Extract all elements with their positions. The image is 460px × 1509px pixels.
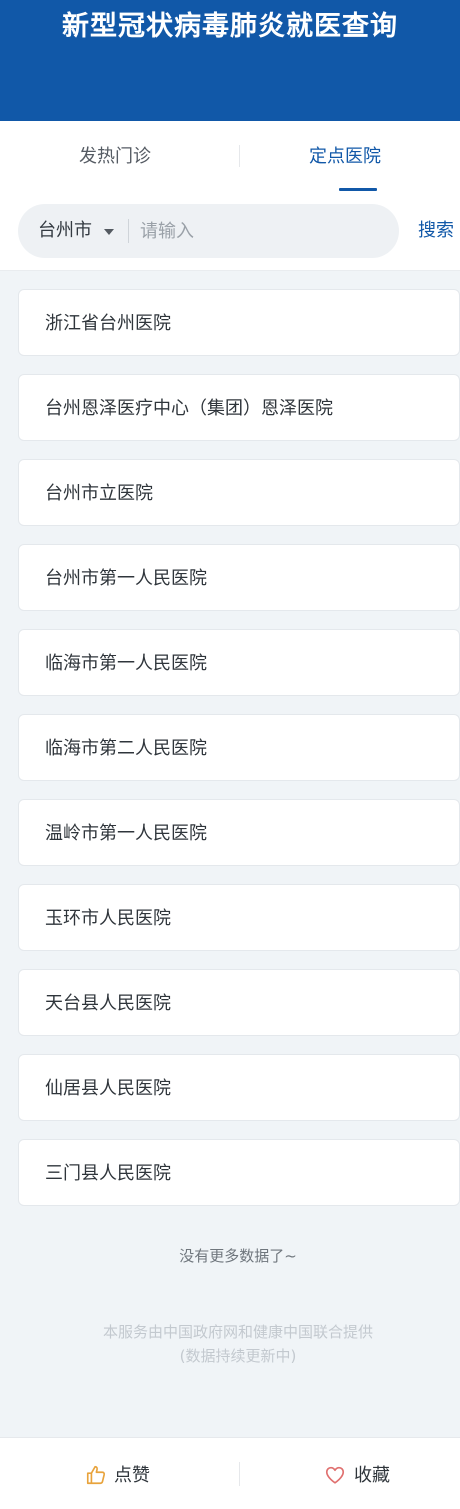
hospital-list-item[interactable]: 临海市第一人民医院	[18, 629, 460, 696]
heart-icon	[325, 1466, 345, 1484]
favorite-button[interactable]: 收藏	[230, 1438, 460, 1509]
hospital-list-item[interactable]: 台州市第一人民医院	[18, 544, 460, 611]
hospital-list-item[interactable]: 仙居县人民医院	[18, 1054, 460, 1121]
bottom-action-bar: 点赞 收藏	[0, 1437, 460, 1509]
hospital-list-item[interactable]: 三门县人民医院	[18, 1139, 460, 1206]
search-input[interactable]	[140, 204, 390, 258]
page-title: 新型冠状病毒肺炎就医查询	[62, 11, 398, 42]
page-header: 新型冠状病毒肺炎就医查询	[0, 0, 460, 121]
hospital-list-item[interactable]: 临海市第二人民医院	[18, 714, 460, 781]
footer-line-1: 本服务由中国政府网和健康中国联合提供	[102, 1323, 373, 1341]
active-tab-indicator	[339, 188, 377, 191]
hospital-list-item[interactable]: 玉环市人民医院	[18, 884, 460, 951]
hospital-list-item[interactable]: 台州市立医院	[18, 459, 460, 526]
search-box: 台州市	[18, 204, 399, 258]
list-end-text: 没有更多数据了~	[179, 1247, 297, 1265]
like-button[interactable]: 点赞	[0, 1438, 230, 1509]
hospital-list-item[interactable]: 浙江省台州医院	[18, 289, 460, 356]
caret-down-icon[interactable]	[104, 229, 114, 235]
tab-designated-hospital[interactable]: 定点医院	[230, 121, 460, 193]
hospital-list-item[interactable]: 天台县人民医院	[18, 969, 460, 1036]
like-label: 点赞	[114, 1465, 150, 1486]
hospital-list-item[interactable]: 台州恩泽医疗中心（集团）恩泽医院	[18, 374, 460, 441]
footer-note: 本服务由中国政府网和健康中国联合提供 (数据持续更新中)	[0, 1320, 460, 1368]
search-bar: 台州市 搜索	[0, 193, 460, 271]
footer-line-2: (数据持续更新中)	[179, 1347, 297, 1365]
thumbs-up-icon	[86, 1465, 106, 1485]
hospital-list: 浙江省台州医院 台州恩泽医疗中心（集团）恩泽医院 台州市立医院 台州市第一人民医…	[18, 289, 460, 1224]
search-button[interactable]: 搜索	[418, 204, 454, 258]
favorite-label: 收藏	[354, 1465, 390, 1486]
search-separator	[128, 219, 129, 243]
tab-fever-clinic[interactable]: 发热门诊	[0, 121, 230, 193]
tab-bar: 发热门诊 定点医院	[0, 121, 460, 193]
hospital-list-item[interactable]: 温岭市第一人民医院	[18, 799, 460, 866]
city-select[interactable]: 台州市	[38, 204, 92, 258]
